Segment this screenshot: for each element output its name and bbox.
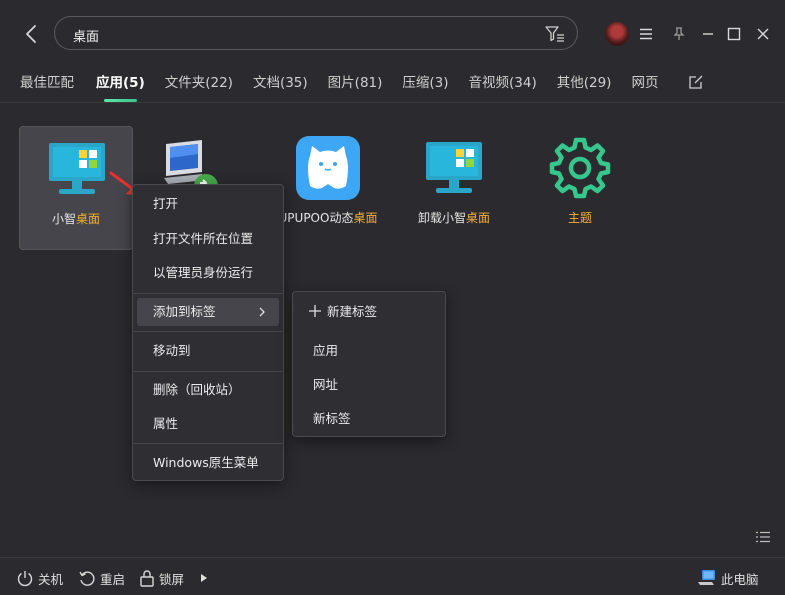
tab-apps[interactable]: 应用(5)	[96, 72, 145, 102]
app-tile-theme[interactable]: 主题	[523, 126, 637, 250]
tile-label: 小智桌面	[51, 212, 101, 226]
menu-item-delete[interactable]: 删除（回收站）	[137, 376, 279, 404]
pin-button[interactable]	[667, 22, 691, 46]
edit-tabs-icon[interactable]	[688, 74, 704, 90]
tile-label: UPUPOO动态桌面	[278, 211, 378, 225]
minimize-icon	[703, 33, 713, 35]
tab-folders[interactable]: 文件夹(22)	[165, 72, 233, 96]
shutdown-button[interactable]: 关机	[16, 568, 63, 588]
tab-web[interactable]: 网页	[631, 72, 658, 96]
menu-item-windows-native-menu[interactable]: Windows原生菜单	[137, 449, 279, 477]
menu-item-label: 添加到标签	[153, 304, 216, 319]
app-tile-uninstall-xiaozhi[interactable]: 卸载小智桌面	[397, 126, 511, 250]
footer-divider	[0, 557, 785, 558]
maximize-icon	[727, 27, 741, 41]
submenu-new-tag[interactable]: 新建标签	[297, 298, 441, 326]
more-button[interactable]	[199, 568, 209, 588]
menu-item-open[interactable]: 打开	[137, 190, 279, 218]
menu-button[interactable]	[634, 22, 658, 46]
menu-item-run-as-admin[interactable]: 以管理员身份运行	[137, 259, 279, 287]
search-input[interactable]	[71, 24, 535, 46]
tab-documents[interactable]: 文档(35)	[253, 72, 308, 96]
hamburger-icon	[640, 28, 652, 40]
monitor-app-icon	[49, 143, 105, 194]
back-button[interactable]	[20, 22, 44, 46]
tag-submenu: 新建标签 应用 网址 新标签	[292, 291, 446, 437]
chevron-left-icon	[26, 25, 36, 43]
plus-icon	[309, 305, 321, 317]
menu-separator	[133, 293, 283, 294]
upupoo-cat-icon	[296, 136, 360, 200]
minimize-button[interactable]	[696, 22, 720, 46]
this-pc-button[interactable]: 此电脑	[697, 568, 759, 588]
play-icon	[201, 574, 207, 582]
search-box[interactable]	[54, 16, 578, 50]
menu-item-add-to-tag[interactable]: 添加到标签	[137, 298, 279, 326]
tab-media[interactable]: 音视频(34)	[469, 72, 537, 96]
list-view-icon[interactable]	[756, 531, 770, 543]
tab-other[interactable]: 其他(29)	[557, 72, 612, 96]
context-menu: 打开 打开文件所在位置 以管理员身份运行 添加到标签 移动到 删除（回收站） 属…	[132, 184, 284, 481]
pin-icon	[673, 27, 685, 40]
menu-separator	[133, 331, 283, 332]
app-tile-upupoo[interactable]: UPUPOO动态桌面	[271, 126, 385, 250]
menu-item-properties[interactable]: 属性	[137, 410, 279, 438]
chevron-right-icon	[259, 307, 265, 317]
menu-separator	[133, 443, 283, 444]
restart-label: 重启	[100, 571, 126, 587]
tab-images[interactable]: 图片(81)	[328, 72, 383, 96]
restart-button[interactable]: 重启	[78, 568, 125, 588]
menu-item-open-location[interactable]: 打开文件所在位置	[137, 225, 279, 253]
menu-item-move-to[interactable]: 移动到	[137, 337, 279, 365]
submenu-tag-apps[interactable]: 应用	[297, 337, 441, 365]
submenu-new-tag-label: 新建标签	[327, 304, 378, 319]
close-icon	[757, 28, 769, 40]
tile-label: 主题	[567, 211, 592, 225]
lock-button[interactable]: 锁屏	[139, 568, 184, 588]
tab-archives[interactable]: 压缩(3)	[402, 72, 448, 96]
submenu-tag-urls[interactable]: 网址	[297, 371, 441, 399]
menu-separator	[133, 371, 283, 372]
gear-icon	[549, 137, 611, 199]
tab-best-match[interactable]: 最佳匹配	[20, 72, 74, 96]
shutdown-label: 关机	[38, 571, 64, 587]
lock-label: 锁屏	[159, 571, 185, 587]
close-button[interactable]	[751, 22, 775, 46]
filter-icon[interactable]	[545, 25, 565, 43]
submenu-tag-new[interactable]: 新标签	[297, 405, 441, 433]
restart-icon	[79, 571, 95, 586]
power-icon	[17, 571, 33, 587]
category-tabs: 最佳匹配 应用(5) 文件夹(22) 文档(35) 图片(81) 压缩(3) 音…	[20, 72, 678, 102]
monitor-app-icon	[426, 142, 482, 193]
this-pc-label: 此电脑	[721, 571, 759, 587]
avatar[interactable]	[605, 22, 629, 46]
maximize-button[interactable]	[722, 22, 746, 46]
lock-icon	[140, 570, 154, 587]
tile-label: 卸载小智桌面	[417, 211, 491, 225]
computer-icon	[698, 570, 715, 585]
header-divider	[0, 102, 785, 103]
